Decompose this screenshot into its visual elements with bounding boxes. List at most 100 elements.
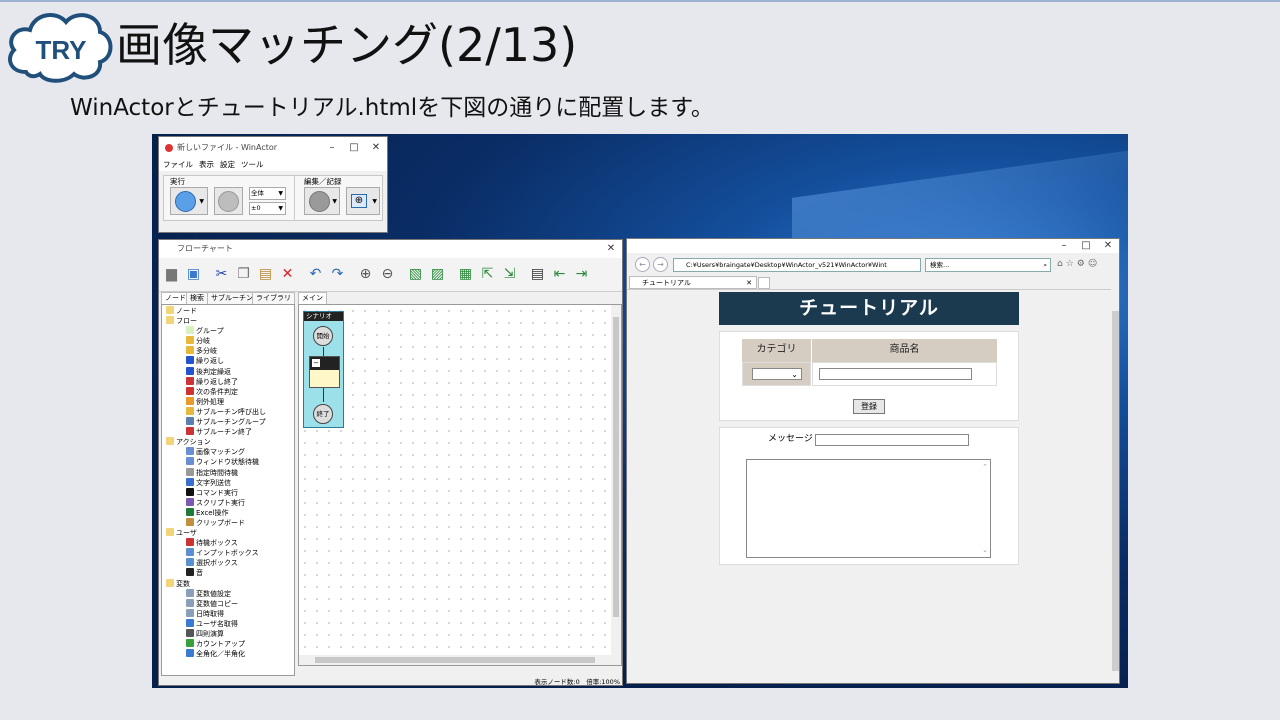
maximize-icon[interactable]: □ bbox=[1075, 241, 1097, 251]
export-icon[interactable]: ⇱ bbox=[478, 265, 497, 284]
run-button[interactable]: ▼ bbox=[170, 187, 208, 215]
tree-item[interactable]: 日時取得 bbox=[164, 608, 292, 619]
search-icon[interactable]: ⌕ bbox=[1043, 259, 1047, 271]
scroll-thumb[interactable] bbox=[1112, 311, 1119, 671]
menu-view[interactable]: 表示 bbox=[199, 160, 214, 170]
close-icon[interactable]: ✕ bbox=[746, 277, 752, 289]
new-group-icon[interactable]: ▆ bbox=[162, 265, 181, 284]
close-icon[interactable]: ✕ bbox=[600, 244, 622, 254]
image-icon[interactable]: ▣ bbox=[184, 265, 203, 284]
tree-item[interactable]: ユーザ bbox=[164, 528, 292, 538]
scroll-up-icon[interactable]: ⌃ bbox=[982, 462, 988, 472]
tree-item[interactable]: 繰り返し bbox=[164, 356, 292, 366]
browser-titlebar[interactable]: – □ ✕ bbox=[627, 239, 1119, 253]
redo-icon[interactable]: ↷ bbox=[328, 265, 347, 284]
run-scope-select[interactable]: 全体 ▼ bbox=[249, 187, 286, 200]
tree-item[interactable]: インプットボックス bbox=[164, 548, 292, 558]
capture-icon[interactable]: ▧ bbox=[406, 265, 425, 284]
category-select[interactable]: ⌄ bbox=[752, 368, 802, 380]
tree-item[interactable]: 音 bbox=[164, 568, 292, 578]
menu-settings[interactable]: 設定 bbox=[220, 160, 235, 170]
tab-subroutine[interactable]: サブルーチン bbox=[207, 292, 257, 304]
stop-button[interactable] bbox=[214, 187, 243, 215]
list-icon[interactable]: ▤ bbox=[528, 265, 547, 284]
tree-item[interactable]: 全角化／半角化 bbox=[164, 649, 292, 659]
scenario-container[interactable]: シナリオ 開始 − 終了 bbox=[303, 311, 344, 428]
group-node[interactable]: − bbox=[309, 356, 340, 388]
tree-item[interactable]: 変数値コピー bbox=[164, 598, 292, 609]
back-icon[interactable]: ← bbox=[635, 257, 650, 272]
undo-icon[interactable]: ↶ bbox=[306, 265, 325, 284]
window-image-icon[interactable]: ▨ bbox=[428, 265, 447, 284]
properties-icon[interactable]: ▦ bbox=[456, 265, 475, 284]
product-name-input[interactable] bbox=[819, 368, 972, 380]
speed-select[interactable]: ±0 ▼ bbox=[249, 202, 286, 215]
move-right-icon[interactable]: ⇥ bbox=[572, 265, 591, 284]
tab-search[interactable]: 検索 bbox=[186, 292, 208, 304]
start-node[interactable]: 開始 bbox=[313, 326, 333, 346]
tree-item[interactable]: ノード bbox=[164, 306, 292, 316]
zoom-in-icon[interactable]: ⊕ bbox=[356, 265, 375, 284]
minimize-icon[interactable]: – bbox=[321, 143, 343, 153]
message-textarea[interactable]: ⌃ ⌄ bbox=[746, 459, 991, 558]
tree-item[interactable]: 待機ボックス bbox=[164, 538, 292, 548]
tree-item[interactable]: 変数値設定 bbox=[164, 588, 292, 599]
tree-item[interactable]: 次の条件判定 bbox=[164, 386, 292, 397]
tree-item[interactable]: ウィンドウ状態待機 bbox=[164, 457, 292, 467]
address-bar[interactable]: C:¥Users¥braingate¥Desktop¥WinActor_v521… bbox=[673, 258, 921, 272]
canvas-vertical-scrollbar[interactable] bbox=[611, 305, 621, 655]
maximize-icon[interactable]: □ bbox=[343, 143, 365, 153]
forward-icon[interactable]: → bbox=[653, 257, 668, 272]
register-button[interactable]: 登録 bbox=[853, 399, 885, 414]
home-favorites-settings-icons[interactable]: ⌂☆⚙☺ bbox=[1057, 259, 1100, 269]
paste-icon[interactable]: ▤ bbox=[256, 265, 275, 284]
record-button[interactable]: ▼ bbox=[304, 187, 340, 215]
close-icon[interactable]: ✕ bbox=[365, 143, 387, 153]
scroll-thumb[interactable] bbox=[613, 317, 619, 617]
tree-item[interactable]: 後判定繰返 bbox=[164, 366, 292, 377]
flowchart-titlebar[interactable]: フローチャート ✕ bbox=[159, 240, 622, 258]
tree-item[interactable]: サブルーチン終了 bbox=[164, 427, 292, 437]
search-input[interactable]: 検索... ⌕ bbox=[925, 258, 1051, 272]
move-left-icon[interactable]: ⇤ bbox=[550, 265, 569, 284]
tree-item[interactable]: グループ bbox=[164, 326, 292, 336]
new-tab-icon[interactable] bbox=[758, 277, 770, 289]
tree-item[interactable]: 分岐 bbox=[164, 336, 292, 346]
tree-item[interactable]: 文字列送信 bbox=[164, 477, 292, 488]
tree-item[interactable]: クリップボード bbox=[164, 517, 292, 528]
collapse-icon[interactable]: − bbox=[312, 359, 320, 367]
tree-item[interactable]: 画像マッチング bbox=[164, 447, 292, 457]
cut-icon[interactable]: ✂ bbox=[212, 265, 231, 284]
end-node[interactable]: 終了 bbox=[313, 404, 333, 424]
scroll-thumb[interactable] bbox=[315, 657, 595, 663]
tab-library[interactable]: ライブラリ bbox=[252, 292, 295, 304]
tree-item[interactable]: サブルーチン呼び出し bbox=[164, 406, 292, 417]
tree-item[interactable]: 選択ボックス bbox=[164, 558, 292, 568]
message-input[interactable] bbox=[815, 434, 969, 446]
tree-item[interactable]: ユーザ名取得 bbox=[164, 618, 292, 629]
menu-tools[interactable]: ツール bbox=[241, 160, 264, 170]
browser-vertical-scrollbar[interactable] bbox=[1111, 289, 1119, 683]
tree-item[interactable]: サブルーチングループ bbox=[164, 417, 292, 427]
import-icon[interactable]: ⇲ bbox=[500, 265, 519, 284]
close-icon[interactable]: ✕ bbox=[1097, 241, 1119, 251]
delete-icon[interactable]: ✕ bbox=[278, 265, 297, 284]
minimize-icon[interactable]: – bbox=[1053, 241, 1075, 251]
tree-item[interactable]: 変数 bbox=[164, 578, 292, 589]
tab-main[interactable]: メイン bbox=[298, 292, 327, 304]
zoom-out-icon[interactable]: ⊖ bbox=[378, 265, 397, 284]
menu-file[interactable]: ファイル bbox=[163, 160, 193, 170]
target-select-button[interactable]: ⊕ ▼ bbox=[346, 187, 380, 215]
browser-tab[interactable]: チュートリアル ✕ bbox=[629, 276, 757, 289]
tree-item[interactable]: フロー bbox=[164, 316, 292, 326]
tree-item[interactable]: コマンド実行 bbox=[164, 487, 292, 498]
tree-item[interactable]: スクリプト実行 bbox=[164, 497, 292, 508]
tree-item[interactable]: 指定時間待機 bbox=[164, 467, 292, 478]
tree-item[interactable]: 多分岐 bbox=[164, 346, 292, 356]
copy-icon[interactable]: ❐ bbox=[234, 265, 253, 284]
tree-item[interactable]: 例外処理 bbox=[164, 396, 292, 407]
tree-item[interactable]: 繰り返し終了 bbox=[164, 376, 292, 387]
canvas-horizontal-scrollbar[interactable] bbox=[299, 655, 621, 665]
tree-item[interactable]: 四則演算 bbox=[164, 629, 292, 639]
tree-item[interactable]: カウントアップ bbox=[164, 639, 292, 649]
